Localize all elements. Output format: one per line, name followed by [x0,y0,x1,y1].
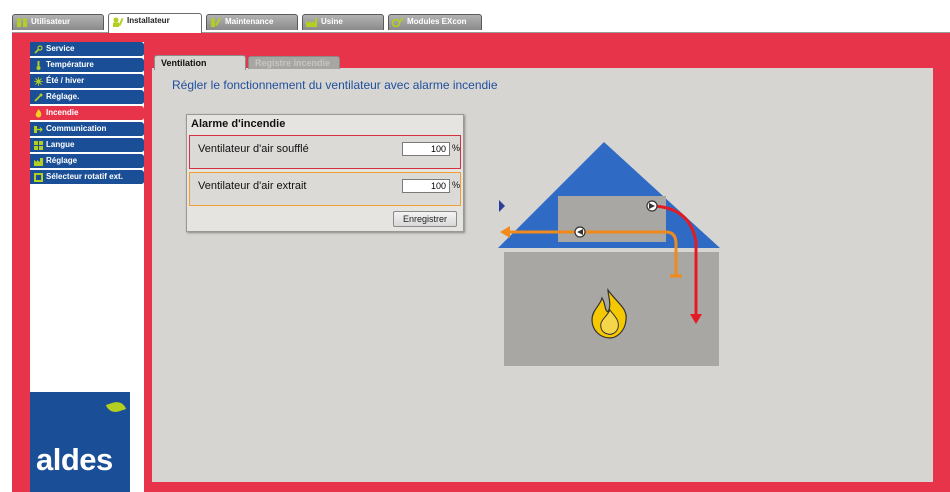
aldes-logo: aldes [30,392,130,492]
page-title: Régler le fonctionnement du ventilateur … [172,78,498,92]
sun-icon [34,77,43,86]
sidebar-item-ete-hiver[interactable]: Été / hiver [30,74,144,89]
tab-label: Modules EXcon [407,17,467,26]
logo-text: aldes [36,442,113,477]
sidebar-item-label: Réglage [46,156,78,165]
sidebar-item-reglage-2[interactable]: Réglage [30,154,144,169]
wrench-icon [34,93,43,102]
app-root: Utilisateur Installateur Maintenance Usi… [0,0,950,492]
thermometer-icon [36,61,41,70]
tab-ventilation[interactable]: Ventilation [154,55,246,70]
sidebar-item-label: Été / hiver [46,76,85,85]
intake-icon [499,200,505,212]
tab-maintenance[interactable]: Maintenance [206,14,298,30]
tools-icon [34,45,43,54]
supply-fan-row: Ventilateur d'air soufflé 100 % [189,135,461,169]
save-button[interactable]: Enregistrer [393,211,457,227]
modules-icon [392,17,404,27]
fire-icon [35,109,42,118]
sidebar-item-label: Réglage. [46,92,80,101]
top-tab-bar: Utilisateur Installateur Maintenance Usi… [0,0,950,34]
percent-unit: % [452,180,461,190]
supply-fan-input[interactable]: 100 [402,142,450,156]
sidebar-item-incendie[interactable]: Incendie [30,106,144,121]
communication-icon [34,126,43,133]
sidebar-item-service[interactable]: Service [30,42,144,57]
extract-fan-label: Ventilateur d'air extrait [198,180,307,192]
sidebar-item-reglage-1[interactable]: Réglage. [30,90,144,105]
sidebar-item-label: Température [46,60,94,69]
tab-utilisateur[interactable]: Utilisateur [12,14,104,30]
tab-usine[interactable]: Usine [302,14,384,30]
sidebar-item-label: Sélecteur rotatif ext. [46,172,123,181]
factory-icon [306,18,317,27]
extract-fan-input[interactable]: 100 [402,179,450,193]
panel-title: Alarme d'incendie [191,118,286,130]
tab-registre-incendie[interactable]: Registre incendie [248,56,340,69]
percent-unit: % [452,143,461,153]
sidebar-item-temperature[interactable]: Température [30,58,144,73]
tab-modules-excon[interactable]: Modules EXcon [388,14,482,30]
sidebar-item-label: Incendie [46,108,79,117]
installer-icon [113,17,124,27]
tab-installateur[interactable]: Installateur [108,13,202,33]
ventilation-diagram [498,142,720,366]
tab-label: Usine [321,17,343,26]
tab-label: Installateur [127,16,170,25]
rotary-selector-icon [34,173,43,182]
sidebar-item-label: Langue [46,140,75,149]
sidebar-item-selecteur-rotatif[interactable]: Sélecteur rotatif ext. [30,170,144,185]
users-icon [17,18,27,27]
extract-fan-row: Ventilateur d'air extrait 100 % [189,172,461,206]
arrow-left-icon [500,226,510,238]
sidebar-item-label: Communication [46,124,107,133]
adjust-icon [34,158,43,166]
tab-label: Maintenance [225,17,274,26]
language-icon [34,141,43,150]
supply-fan-label: Ventilateur d'air soufflé [198,143,309,155]
sidebar-item-label: Service [46,44,75,53]
sidebar-item-langue[interactable]: Langue [30,138,144,153]
tab-label: Utilisateur [31,17,71,26]
maintenance-icon [211,18,221,27]
alarm-panel: Alarme d'incendie Ventilateur d'air souf… [186,114,464,232]
sidebar-item-communication[interactable]: Communication [30,122,144,137]
leaf-icon [105,399,127,415]
